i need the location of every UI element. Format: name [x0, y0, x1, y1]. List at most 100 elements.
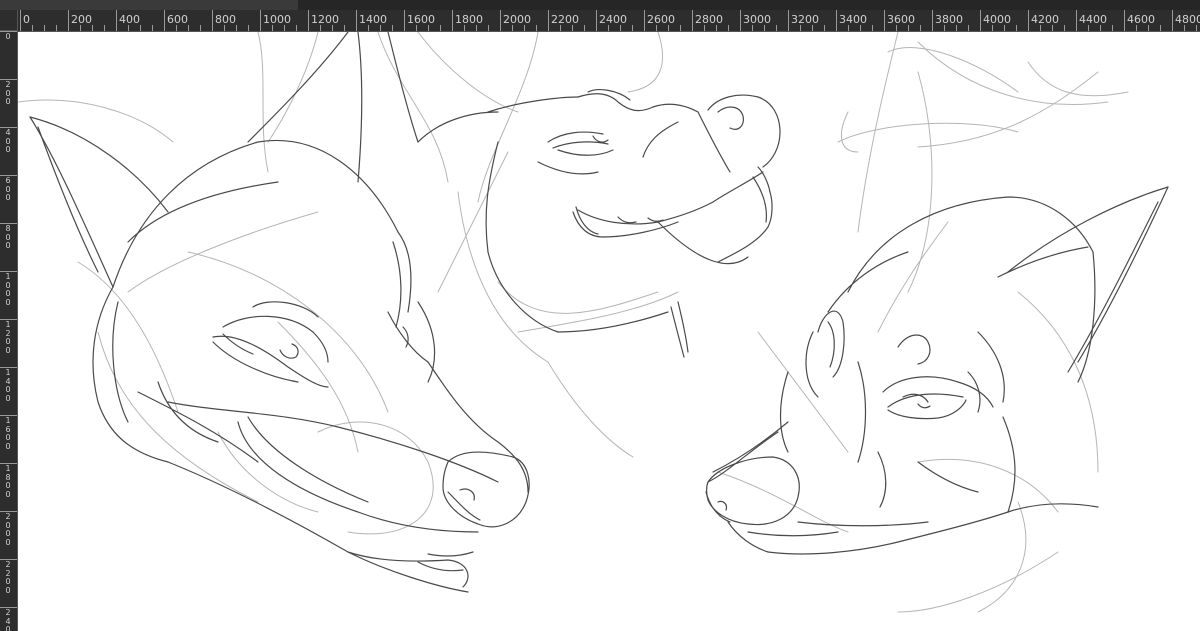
ruler-tick: 400 — [116, 10, 140, 31]
ruler-minor-tick — [140, 25, 141, 31]
ruler-minor-tick — [92, 25, 93, 31]
ruler-tick: 3000 — [740, 10, 771, 31]
ruler-minor-tick — [896, 25, 897, 31]
ruler-minor-tick — [332, 25, 333, 31]
ruler-minor-tick — [1004, 25, 1005, 31]
ruler-minor-tick — [1052, 25, 1053, 31]
drawing-canvas[interactable] — [18, 32, 1200, 631]
ruler-tick: 1000 — [260, 10, 291, 31]
ruler-minor-tick — [812, 25, 813, 31]
ruler-minor-tick — [860, 25, 861, 31]
ruler-tick-label: 200 — [71, 13, 92, 26]
ruler-minor-tick — [512, 25, 513, 31]
ruler-minor-tick — [752, 25, 753, 31]
ruler-minor-tick — [584, 25, 585, 31]
ruler-minor-tick — [992, 25, 993, 31]
ruler-minor-tick — [848, 25, 849, 31]
ruler-minor-tick — [608, 25, 609, 31]
ruler-tick-label: 400 — [5, 128, 11, 155]
ruler-tick: 1400 — [356, 10, 387, 31]
ruler-tick: 1600 — [404, 10, 435, 31]
ruler-minor-tick — [80, 25, 81, 31]
ruler-tick-label: 4000 — [983, 13, 1011, 26]
ruler-minor-tick — [32, 25, 33, 31]
ruler-tick: 2600 — [644, 10, 675, 31]
ruler-minor-tick — [704, 25, 705, 31]
ruler-minor-tick — [944, 25, 945, 31]
ruler-minor-tick — [668, 25, 669, 31]
ruler-tick: 4800 — [1172, 10, 1200, 31]
ruler-minor-tick — [920, 25, 921, 31]
ruler-minor-tick — [908, 25, 909, 31]
ruler-minor-tick — [560, 25, 561, 31]
ruler-minor-tick — [344, 25, 345, 31]
ruler-minor-tick — [188, 25, 189, 31]
ruler-tick: 2800 — [692, 10, 723, 31]
vertical-ruler[interactable]: 0 200 400 600 800 1000 1200 1400 1600 1800 2000 220… — [0, 31, 18, 631]
ruler-tick: 3400 — [836, 10, 867, 31]
ruler-tick: 4200 — [1028, 10, 1059, 31]
ruler-minor-tick — [416, 25, 417, 31]
ruler-minor-tick — [968, 25, 969, 31]
ruler-tick-label: 2400 — [599, 13, 627, 26]
ruler-minor-tick — [1016, 25, 1017, 31]
ruler-tick-label: 600 — [5, 176, 11, 203]
ruler-tick: 2200 — [548, 10, 579, 31]
ruler-tick-label: 4600 — [1127, 13, 1155, 26]
ruler-minor-tick — [176, 25, 177, 31]
document-tab[interactable] — [0, 0, 298, 10]
horizontal-ruler[interactable]: 0 200 400 600 800 1000 1200 1400 1600 1800 2000 220… — [18, 10, 1200, 32]
ruler-minor-tick — [524, 25, 525, 31]
ruler-tick-label: 4200 — [1031, 13, 1059, 26]
ruler-minor-tick — [776, 25, 777, 31]
ruler-minor-tick — [1088, 25, 1089, 31]
ruler-minor-tick — [320, 25, 321, 31]
ruler-minor-tick — [248, 25, 249, 31]
ruler-tick-label: 1800 — [5, 464, 11, 499]
ruler-tick-label: 2200 — [551, 13, 579, 26]
ruler-minor-tick — [56, 25, 57, 31]
ruler-minor-tick — [728, 25, 729, 31]
ruler-tick: 4400 — [1076, 10, 1107, 31]
ruler-tick-label: 2000 — [503, 13, 531, 26]
ruler-tick-label: 400 — [119, 13, 140, 26]
ruler-tick-label: 4400 — [1079, 13, 1107, 26]
ruler-tick: 3200 — [788, 10, 819, 31]
ruler-minor-tick — [152, 25, 153, 31]
ruler-minor-tick — [392, 25, 393, 31]
ruler-tick-label: 1000 — [263, 13, 291, 26]
ruler-minor-tick — [428, 25, 429, 31]
ruler-minor-tick — [464, 25, 465, 31]
ruler-minor-tick — [1112, 25, 1113, 31]
ruler-tick: 4000 — [980, 10, 1011, 31]
ruler-minor-tick — [44, 25, 45, 31]
ruler-minor-tick — [680, 25, 681, 31]
ruler-tick: 1800 — [452, 10, 483, 31]
ruler-tick-label: 0 — [23, 13, 30, 26]
ruler-tick: 2400 — [596, 10, 627, 31]
ruler-tick-label: 3000 — [743, 13, 771, 26]
ruler-tick-label: 600 — [167, 13, 188, 26]
ruler-tick: 3600 — [884, 10, 915, 31]
ruler-tick-label: 2800 — [695, 13, 723, 26]
ruler-minor-tick — [224, 25, 225, 31]
ruler-minor-tick — [296, 25, 297, 31]
ruler-minor-tick — [284, 25, 285, 31]
ruler-minor-tick — [1040, 25, 1041, 31]
ruler-minor-tick — [368, 25, 369, 31]
ruler-minor-tick — [236, 25, 237, 31]
ruler-minor-tick — [476, 25, 477, 31]
ruler-minor-tick — [488, 25, 489, 31]
ruler-tick-label: 800 — [5, 224, 11, 251]
ruler-tick-label: 2400 — [5, 608, 11, 631]
ruler-tick: 800 — [212, 10, 236, 31]
ruler-tick: 1200 — [308, 10, 339, 31]
ruler-tick-label: 1000 — [5, 272, 11, 307]
ruler-tick-label: 3800 — [935, 13, 963, 26]
ruler-tick-label: 1600 — [5, 416, 11, 451]
ruler-tick-label: 3400 — [839, 13, 867, 26]
ruler-minor-tick — [620, 25, 621, 31]
ruler-tick: 3800 — [932, 10, 963, 31]
ruler-corner[interactable] — [0, 10, 18, 31]
ruler-minor-tick — [440, 25, 441, 31]
